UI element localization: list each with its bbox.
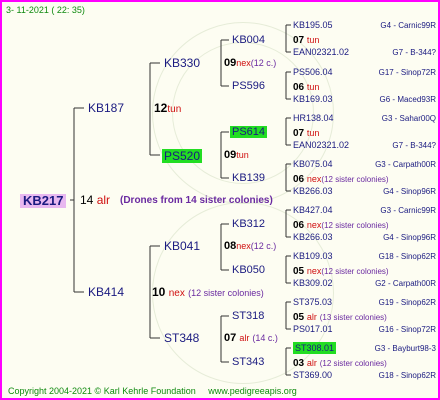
gen2-kb330-note: (12 c.)	[250, 58, 277, 68]
gen2-ps520-info: 09tun	[224, 149, 249, 161]
gen4-ref[interactable]: G4 - Sinop96R	[383, 232, 436, 244]
gen4-ref[interactable]: G16 - Sinop72R	[379, 324, 436, 336]
gen1-kb414-code: nex	[168, 288, 185, 299]
gen3-kb004[interactable]: KB004	[232, 34, 265, 46]
gen2-st348-code: alr	[239, 333, 250, 343]
gen4-ref[interactable]: G17 - Sinop72R	[379, 67, 436, 79]
gen4-name[interactable]: ST375.03	[293, 296, 332, 308]
gen2-kb041-info: 08nex(12 c.)	[224, 240, 276, 252]
gen3-ps614[interactable]: PS614	[230, 126, 268, 138]
gen2-ps520-number: 09	[224, 149, 237, 161]
gen4-ref[interactable]: G3 - Sahar00Q	[382, 113, 436, 125]
gen2-kb041-note: (12 c.)	[250, 241, 277, 251]
gen4-ref[interactable]: G4 - Carnic99R	[380, 20, 436, 32]
gen1-kb187-code: tun	[167, 104, 182, 115]
gen4-name[interactable]: KB109.03	[293, 250, 333, 262]
gen4-name[interactable]: KB427.04	[293, 204, 333, 216]
gen3-kb139-number: 06	[293, 174, 305, 185]
gen3-ps596-code: tun	[306, 82, 320, 92]
root-number: 14	[80, 193, 94, 207]
gen4-ref[interactable]: G18 - Sinop62R	[379, 370, 436, 382]
gen1-kb414[interactable]: KB414	[88, 286, 124, 298]
gen2-kb330-code: nex	[236, 58, 251, 68]
gen4-name[interactable]: HR138.04	[293, 112, 334, 124]
timestamp: 3- 11-2021 ( 22: 35)	[6, 5, 85, 15]
gen4-name[interactable]: KB195.05	[293, 19, 333, 31]
gen2-kb330[interactable]: KB330	[164, 57, 200, 69]
gen2-kb041-code: nex	[236, 241, 251, 251]
gen3-kb050-number: 05	[293, 266, 305, 277]
gen3-kb139-code: nex	[306, 174, 322, 184]
gen3-ps614-code: tun	[306, 128, 320, 138]
root-queen[interactable]: KB217	[20, 194, 67, 208]
gen1-kb414-info: 10 nex (12 sister colonies)	[152, 286, 264, 300]
gen3-st318-number: 05	[293, 312, 305, 323]
gen3-kb004-number: 07	[293, 35, 305, 46]
gen1-kb187-number: 12	[154, 101, 168, 115]
gen4-ref[interactable]: G3 - Bayburt98-3	[375, 343, 436, 355]
gen2-ps520-code: tun	[236, 150, 249, 160]
gen4-name[interactable]: ST369.00	[293, 369, 332, 381]
gen3-kb004-code: tun	[306, 35, 320, 45]
gen2-kb041[interactable]: KB041	[164, 240, 200, 252]
gen1-kb187[interactable]: KB187	[88, 102, 124, 114]
footer-url[interactable]: www.pedigreeapis.org	[208, 386, 297, 396]
gen3-kb312-number: 06	[293, 220, 305, 231]
gen4-name[interactable]: EAN02321.02	[293, 139, 349, 151]
pedigree-frame: 3- 11-2021 ( 22: 35) KB217 14 alr (Drone…	[0, 0, 440, 400]
gen4-name[interactable]: KB169.03	[293, 93, 333, 105]
gen2-st348-number: 07	[224, 332, 237, 344]
root-note: (Drones from 14 sister colonies)	[120, 195, 273, 206]
gen3-st343-number: 03	[293, 358, 305, 369]
gen3-st343-note: (12 sister colonies)	[319, 359, 387, 368]
gen4-ref[interactable]: G2 - Carpath00R	[375, 278, 436, 290]
gen3-kb050-code: nex	[306, 266, 322, 276]
gen3-ps614-number: 07	[293, 128, 305, 139]
gen2-st348-info: 07 alr (14 c.)	[224, 332, 278, 344]
root-info: 14 alr	[80, 194, 110, 206]
gen3-st343[interactable]: ST343	[232, 356, 264, 368]
gen3-kb312-note: (12 sister colonies)	[321, 221, 389, 230]
footer-copyright: Copyright 2004-2021 © Karl Kehrle Founda…	[8, 386, 196, 396]
gen4-name[interactable]: ST308.01	[293, 342, 337, 354]
gen4-ref[interactable]: G7 - B-344?	[392, 47, 436, 59]
footer: Copyright 2004-2021 © Karl Kehrle Founda…	[8, 385, 297, 397]
gen3-kb050-note: (12 sister colonies)	[321, 267, 389, 276]
gen3-kb312-code: nex	[306, 220, 322, 230]
gen2-ps520[interactable]: PS520	[162, 149, 203, 163]
gen4-name[interactable]: EAN02321.02	[293, 46, 349, 58]
gen3-kb139[interactable]: KB139	[232, 172, 265, 184]
root-code: alr	[96, 193, 111, 207]
gen4-ref[interactable]: G4 - Sinop96R	[383, 186, 436, 198]
gen3-ps596[interactable]: PS596	[232, 80, 265, 92]
gen4-name[interactable]: PS506.04	[293, 66, 333, 78]
gen3-ps596-number: 06	[293, 82, 305, 93]
gen4-ref[interactable]: G18 - Sinop62R	[379, 251, 436, 263]
gen4-name[interactable]: KB309.02	[293, 277, 333, 289]
gen1-kb414-note: (12 sister colonies)	[188, 288, 264, 298]
gen4-name[interactable]: KB266.03	[293, 231, 333, 243]
gen2-kb330-number: 09	[224, 57, 237, 69]
gen3-st318[interactable]: ST318	[232, 310, 264, 322]
gen1-kb414-number: 10	[152, 285, 166, 299]
gen4-ref[interactable]: G3 - Carnic99R	[380, 205, 436, 217]
gen4-name[interactable]: PS017.01	[293, 323, 333, 335]
gen2-kb041-number: 08	[224, 240, 237, 252]
gen2-st348-note: (14 c.)	[252, 333, 278, 343]
gen3-kb139-note: (12 sister colonies)	[321, 175, 389, 184]
gen3-st343-code: alr	[306, 358, 317, 368]
gen3-kb312[interactable]: KB312	[232, 218, 265, 230]
gen4-ref[interactable]: G3 - Carpath00R	[375, 159, 436, 171]
gen4-ref[interactable]: G6 - Maced93R	[380, 94, 436, 106]
gen1-kb187-info: 12tun	[154, 102, 181, 116]
gen2-st348[interactable]: ST348	[164, 332, 199, 344]
gen3-kb050[interactable]: KB050	[232, 264, 265, 276]
gen2-kb330-info: 09nex(12 c.)	[224, 57, 276, 69]
gen4-name[interactable]: KB266.03	[293, 185, 333, 197]
gen4-ref[interactable]: G7 - B-344?	[392, 140, 436, 152]
gen4-ref[interactable]: G19 - Sinop62R	[379, 297, 436, 309]
gen3-st318-code: alr	[306, 312, 317, 322]
gen3-st318-note: (13 sister colonies)	[319, 313, 387, 322]
gen4-name[interactable]: KB075.04	[293, 158, 333, 170]
